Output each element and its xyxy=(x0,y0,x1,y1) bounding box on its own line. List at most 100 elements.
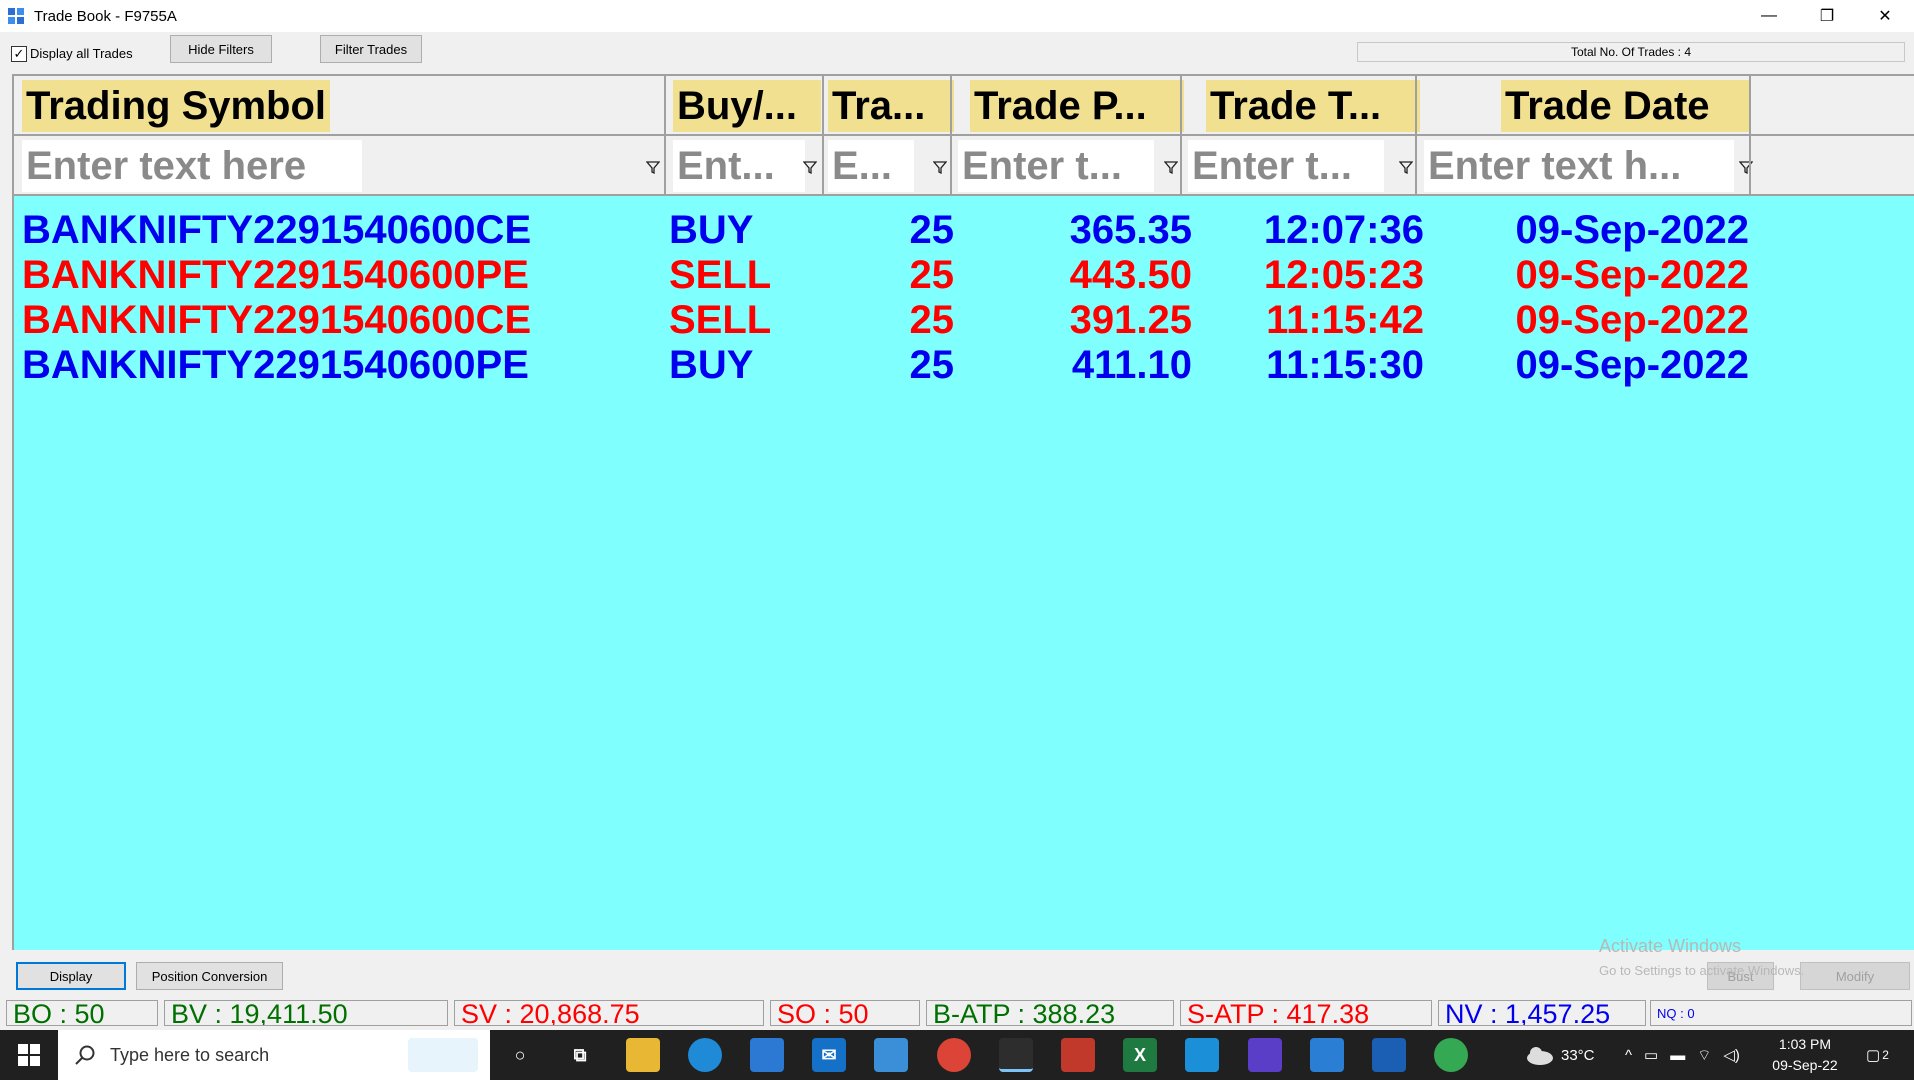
photos-icon[interactable] xyxy=(1310,1038,1344,1072)
app-icon-red[interactable] xyxy=(1061,1038,1095,1072)
stat-buy-value: BV : 19,411.50 xyxy=(164,1000,448,1026)
cortana-icon[interactable]: ○ xyxy=(503,1038,537,1072)
window-title: Trade Book - F9755A xyxy=(34,7,177,25)
table-row[interactable]: BANKNIFTY2291540600CE BUY 25 365.35 12:0… xyxy=(14,208,1914,253)
header-trade-qty[interactable]: Tra... xyxy=(828,80,954,132)
chevron-up-icon[interactable]: ^ xyxy=(1625,1047,1632,1064)
filter-trade-price[interactable]: Enter t... xyxy=(958,140,1154,192)
filter-funnel-icon[interactable] xyxy=(1399,160,1413,174)
filter-funnel-icon[interactable] xyxy=(933,160,947,174)
chrome-icon[interactable] xyxy=(937,1038,971,1072)
cell-date: 09-Sep-2022 xyxy=(1515,298,1749,342)
minimize-button[interactable]: — xyxy=(1740,0,1798,32)
display-all-checkbox[interactable]: ✓ xyxy=(11,46,27,62)
cell-side: SELL xyxy=(669,298,772,342)
stat-sell-value: SV : 20,868.75 xyxy=(454,1000,764,1026)
system-tray: ^ ▭ ▬ ⌔ ◁) xyxy=(1625,1030,1740,1080)
excel-icon[interactable]: X xyxy=(1123,1038,1157,1072)
maximize-button[interactable]: ❐ xyxy=(1798,0,1856,32)
cloud-icon xyxy=(1527,1047,1553,1065)
activate-windows-watermark: Activate Windows xyxy=(1599,936,1742,956)
meet-now-icon[interactable]: ▭ xyxy=(1644,1046,1658,1064)
filter-funnel-icon[interactable] xyxy=(1164,160,1178,174)
stat-buy-atp: B-ATP : 388.23 xyxy=(926,1000,1174,1026)
stat-net-value: NV : 1,457.25 xyxy=(1438,1000,1646,1026)
filter-trading-symbol[interactable]: Enter text here xyxy=(22,140,362,192)
windows-logo-icon xyxy=(18,1044,40,1066)
filter-trades-button[interactable]: Filter Trades xyxy=(320,35,422,63)
modify-button[interactable]: Modify xyxy=(1800,962,1910,990)
task-view-icon[interactable]: ⧉ xyxy=(563,1038,597,1072)
display-button[interactable]: Display xyxy=(16,962,126,990)
filter-trade-qty[interactable]: E... xyxy=(828,140,914,192)
cell-symbol: BANKNIFTY2291540600CE xyxy=(22,208,532,252)
column-separator[interactable] xyxy=(664,76,666,196)
cell-price: 391.25 xyxy=(1069,298,1192,342)
total-trades-count: Total No. Of Trades : 4 xyxy=(1357,42,1905,62)
cell-symbol: BANKNIFTY2291540600PE xyxy=(22,343,529,387)
clock[interactable]: 1:03 PM 09-Sep-22 xyxy=(1760,1034,1850,1076)
filter-trade-time[interactable]: Enter t... xyxy=(1188,140,1384,192)
snip-tool-icon[interactable] xyxy=(1185,1038,1219,1072)
cell-price: 411.10 xyxy=(1071,343,1192,387)
stat-sell-atp: S-ATP : 417.38 xyxy=(1180,1000,1432,1026)
header-trading-symbol[interactable]: Trading Symbol xyxy=(22,80,331,132)
table-row[interactable]: BANKNIFTY2291540600CE SELL 25 391.25 11:… xyxy=(14,298,1914,343)
title-bar: Trade Book - F9755A — ❐ ✕ xyxy=(0,0,1914,32)
cell-time: 12:07:36 xyxy=(1263,208,1424,252)
file-explorer-icon[interactable] xyxy=(626,1038,660,1072)
notification-icon: ▢ xyxy=(1866,1047,1881,1064)
app-icon-window[interactable] xyxy=(1372,1038,1406,1072)
cell-date: 09-Sep-2022 xyxy=(1515,208,1749,252)
activate-windows-subtext: Go to Settings to activate Windows. xyxy=(1599,963,1805,978)
remote-desktop-icon[interactable] xyxy=(874,1038,908,1072)
store-icon[interactable] xyxy=(750,1038,784,1072)
position-conversion-button[interactable]: Position Conversion xyxy=(136,962,283,990)
column-separator[interactable] xyxy=(822,76,824,196)
cell-side: BUY xyxy=(669,208,754,252)
table-row[interactable]: BANKNIFTY2291540600PE SELL 25 443.50 12:… xyxy=(14,253,1914,298)
clock-time: 1:03 PM xyxy=(1778,1036,1832,1052)
taskbar: Type here to search ○ ⧉ ✉ X 33°C ^ ▭ ▬ ⌔… xyxy=(0,1030,1914,1080)
header-trade-time[interactable]: Trade T... xyxy=(1206,80,1420,132)
volume-icon[interactable]: ◁) xyxy=(1723,1046,1740,1064)
trade-book-window: Trade Book - F9755A — ❐ ✕ ✓ Display all … xyxy=(0,0,1914,1030)
close-button[interactable]: ✕ xyxy=(1856,0,1914,32)
wifi-icon[interactable]: ⌔ xyxy=(1697,1046,1711,1065)
stat-net-qty: NQ : 0 xyxy=(1650,1000,1912,1026)
edge-icon[interactable] xyxy=(688,1038,722,1072)
mail-icon[interactable]: ✉ xyxy=(812,1038,846,1072)
filter-trade-date[interactable]: Enter text h... xyxy=(1424,140,1734,192)
header-buy-sell[interactable]: Buy/... xyxy=(673,80,821,132)
cell-side: SELL xyxy=(669,253,772,297)
chrome-profile-icon[interactable] xyxy=(1434,1038,1468,1072)
notification-center[interactable]: ▢ 2 xyxy=(1866,1030,1889,1080)
filter-row: Enter text here Ent... E... Enter t... E… xyxy=(14,136,1914,196)
hide-filters-button[interactable]: Hide Filters xyxy=(170,35,272,63)
column-separator[interactable] xyxy=(1180,76,1182,196)
filter-buy-sell[interactable]: Ent... xyxy=(673,140,805,192)
column-separator[interactable] xyxy=(950,76,952,196)
header-trade-price[interactable]: Trade P... xyxy=(970,80,1184,132)
header-trade-date[interactable]: Trade Date xyxy=(1501,80,1749,132)
cell-qty: 25 xyxy=(909,343,955,387)
cell-time: 12:05:23 xyxy=(1263,253,1424,297)
cell-qty: 25 xyxy=(909,298,955,342)
cell-price: 365.35 xyxy=(1069,208,1192,252)
column-separator[interactable] xyxy=(1749,76,1751,196)
stat-buy-orders: BO : 50 xyxy=(6,1000,158,1026)
filter-funnel-icon[interactable] xyxy=(646,160,660,174)
app-icon-triangle[interactable] xyxy=(1248,1038,1282,1072)
search-placeholder: Type here to search xyxy=(110,1045,270,1065)
table-row[interactable]: BANKNIFTY2291540600PE BUY 25 411.10 11:1… xyxy=(14,343,1914,388)
weather-widget[interactable]: 33°C xyxy=(1525,1030,1595,1080)
trading-app-icon[interactable] xyxy=(999,1038,1033,1072)
filter-funnel-icon[interactable] xyxy=(803,160,817,174)
cell-date: 09-Sep-2022 xyxy=(1515,343,1749,387)
toolbar: ✓ Display all Trades Hide Filters Filter… xyxy=(0,32,1914,70)
cell-time: 11:15:42 xyxy=(1266,298,1424,342)
battery-icon[interactable]: ▬ xyxy=(1670,1047,1685,1064)
taskbar-search[interactable]: Type here to search xyxy=(58,1030,490,1080)
column-separator[interactable] xyxy=(1415,76,1417,196)
start-button[interactable] xyxy=(0,1030,58,1080)
